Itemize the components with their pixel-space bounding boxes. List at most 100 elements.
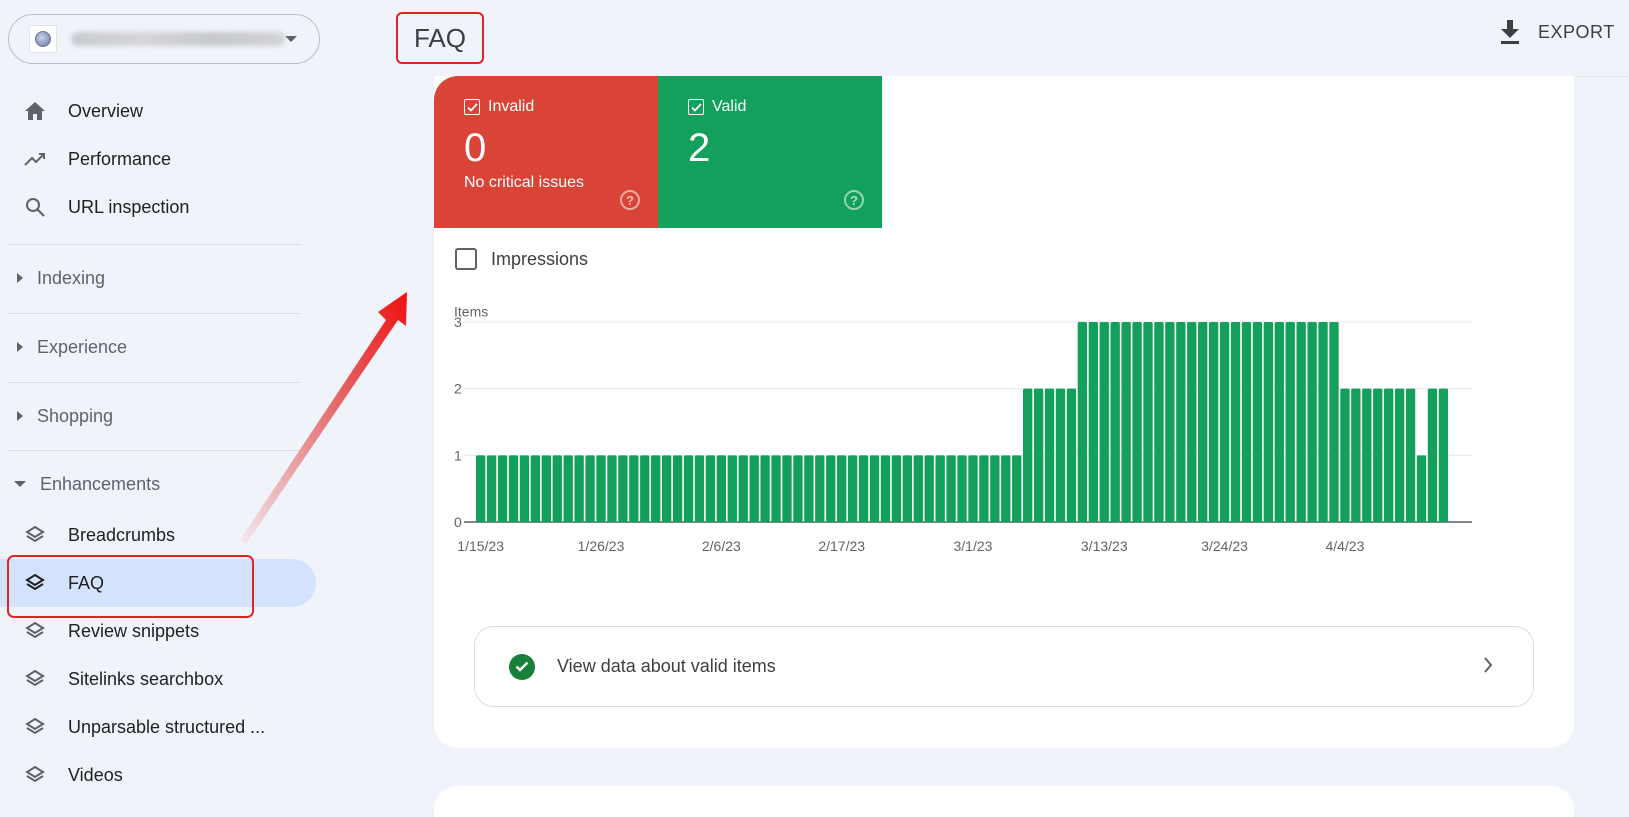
bar[interactable]	[979, 455, 989, 522]
bar[interactable]	[880, 455, 891, 522]
bar[interactable]	[1405, 388, 1416, 522]
bar[interactable]	[1351, 388, 1361, 522]
section-shopping[interactable]: Shopping	[0, 383, 300, 449]
bar[interactable]	[1143, 322, 1153, 522]
bar[interactable]	[672, 455, 683, 522]
bar[interactable]	[640, 455, 650, 522]
bar[interactable]	[1296, 322, 1306, 522]
bar[interactable]	[1208, 322, 1219, 522]
nav-enhancement-sitelinks-searchbox[interactable]: Sitelinks searchbox	[0, 655, 316, 703]
bar[interactable]	[826, 455, 836, 522]
bar[interactable]	[1241, 322, 1252, 522]
bar[interactable]	[1198, 322, 1208, 522]
bar[interactable]	[508, 455, 519, 522]
nav-url-inspection[interactable]: URL inspection	[0, 183, 316, 231]
bar[interactable]	[1318, 322, 1328, 522]
bar[interactable]	[1033, 388, 1044, 522]
bar[interactable]	[760, 455, 770, 522]
bar[interactable]	[990, 455, 1000, 522]
view-valid-items-link[interactable]: View data about valid items	[474, 626, 1534, 707]
section-enhancements[interactable]: Enhancements	[0, 451, 300, 517]
bar[interactable]	[1373, 388, 1383, 522]
bar[interactable]	[519, 455, 530, 522]
bar[interactable]	[749, 455, 759, 522]
bar[interactable]	[1427, 388, 1438, 522]
bar[interactable]	[1230, 322, 1241, 522]
nav-enhancement-faq[interactable]: FAQ	[0, 559, 316, 607]
bar[interactable]	[1187, 322, 1197, 522]
bar[interactable]	[771, 455, 781, 522]
bar[interactable]	[1362, 388, 1372, 522]
section-experience[interactable]: Experience	[0, 314, 300, 380]
bar[interactable]	[1099, 322, 1109, 522]
bar[interactable]	[727, 455, 737, 522]
bar[interactable]	[574, 455, 584, 522]
bar[interactable]	[804, 455, 814, 522]
nav-enhancement-unparsable-structured[interactable]: Unparsable structured ...	[0, 703, 316, 751]
bar[interactable]	[683, 455, 694, 522]
bar[interactable]	[1307, 322, 1317, 522]
export-button[interactable]: EXPORT	[1500, 20, 1615, 44]
nav-overview[interactable]: Overview	[0, 87, 316, 135]
bar[interactable]	[1329, 322, 1339, 522]
nav-enhancement-breadcrumbs[interactable]: Breadcrumbs	[0, 511, 316, 559]
bar[interactable]	[716, 455, 727, 522]
bar[interactable]	[563, 455, 573, 522]
nav-enhancement-review-snippets[interactable]: Review snippets	[0, 607, 316, 655]
bar[interactable]	[946, 455, 956, 522]
bar[interactable]	[1252, 322, 1263, 522]
bar[interactable]	[661, 455, 672, 522]
bar[interactable]	[552, 455, 562, 522]
impressions-toggle[interactable]: Impressions	[455, 248, 588, 270]
bar[interactable]	[694, 455, 705, 522]
invalid-summary-tile[interactable]: Invalid 0 No critical issues ?	[434, 76, 658, 228]
bar[interactable]	[815, 455, 825, 522]
bar[interactable]	[1394, 388, 1405, 522]
bar[interactable]	[541, 455, 551, 522]
bar[interactable]	[1340, 388, 1350, 522]
bar[interactable]	[847, 455, 858, 522]
bar[interactable]	[1416, 455, 1427, 522]
bar[interactable]	[1077, 322, 1088, 522]
bar[interactable]	[1219, 322, 1230, 522]
bar[interactable]	[738, 455, 748, 522]
help-icon[interactable]: ?	[620, 190, 640, 210]
bar[interactable]	[793, 455, 803, 522]
bar[interactable]	[607, 455, 617, 522]
bar[interactable]	[497, 455, 508, 522]
bar[interactable]	[1154, 322, 1164, 522]
bar[interactable]	[1384, 388, 1394, 522]
bar[interactable]	[1132, 322, 1142, 522]
bar[interactable]	[957, 455, 967, 522]
bar[interactable]	[1012, 455, 1022, 522]
impressions-checkbox[interactable]	[455, 248, 477, 270]
bar[interactable]	[1110, 322, 1120, 522]
bar[interactable]	[705, 455, 716, 522]
nav-performance[interactable]: Performance	[0, 135, 316, 183]
bar[interactable]	[486, 455, 497, 522]
bar[interactable]	[629, 455, 639, 522]
bar[interactable]	[968, 455, 978, 522]
bar[interactable]	[858, 455, 869, 522]
bar[interactable]	[585, 455, 595, 522]
bar[interactable]	[618, 455, 628, 522]
invalid-checkbox[interactable]	[464, 99, 480, 115]
bar[interactable]	[1023, 388, 1033, 522]
property-selector[interactable]	[8, 14, 320, 64]
bar[interactable]	[913, 455, 923, 522]
bar[interactable]	[1044, 388, 1055, 522]
valid-summary-tile[interactable]: Valid 2 ?	[658, 76, 882, 228]
bar[interactable]	[924, 455, 934, 522]
help-icon[interactable]: ?	[844, 190, 864, 210]
bar[interactable]	[1263, 322, 1274, 522]
valid-checkbox[interactable]	[688, 99, 704, 115]
bar[interactable]	[1121, 322, 1131, 522]
bar[interactable]	[869, 455, 880, 522]
bar[interactable]	[651, 455, 661, 522]
bar[interactable]	[902, 455, 912, 522]
bar[interactable]	[596, 455, 606, 522]
bar[interactable]	[1438, 388, 1449, 522]
nav-enhancement-videos[interactable]: Videos	[0, 751, 316, 799]
section-indexing[interactable]: Indexing	[0, 245, 300, 311]
bar[interactable]	[891, 455, 902, 522]
